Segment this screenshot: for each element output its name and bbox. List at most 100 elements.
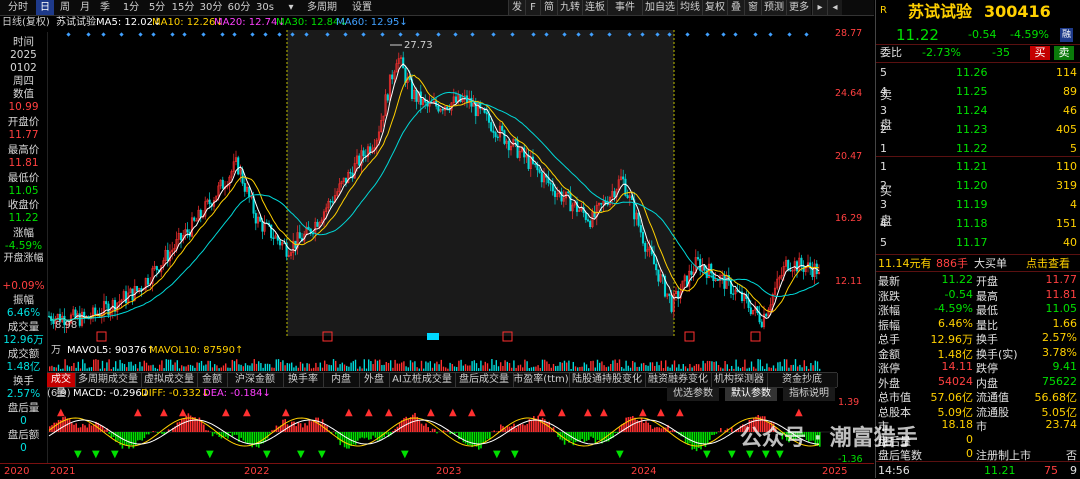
tab-outer[interactable]: 外盘 (359, 373, 390, 387)
marker-box[interactable] (323, 332, 332, 341)
optimal-params-button[interactable]: 优选参数 (667, 387, 719, 401)
volume-chart[interactable] (47, 357, 837, 371)
adjust-button[interactable]: 复权 (702, 0, 727, 15)
volume-bar (700, 368, 701, 371)
buy-button[interactable]: 买 (1030, 46, 1050, 60)
tab-post-volume[interactable]: 盘后成交量 (455, 373, 514, 387)
bid-row[interactable]: 511.1740 (876, 234, 1080, 252)
indicator-help-button[interactable]: 指标说明 (783, 387, 835, 401)
tab-virtual-volume[interactable]: 虚拟成交量 (141, 373, 198, 387)
macd-bar (658, 427, 660, 432)
volume-bar (471, 361, 472, 371)
more-button[interactable]: 更多 (786, 0, 811, 15)
tab-5min[interactable]: 5分 (146, 0, 168, 15)
marker-box[interactable] (751, 332, 760, 341)
volume-bar (223, 365, 224, 371)
window-button[interactable]: 窗 (744, 0, 761, 15)
tab-inner[interactable]: 内盘 (323, 373, 360, 387)
volume-bar (100, 369, 101, 371)
ask-level: 2 (880, 123, 887, 136)
add-watchlist-button[interactable]: 加自选 (642, 0, 677, 15)
tab-daily[interactable]: 日 (36, 0, 54, 15)
tab-15min[interactable]: 15分 (170, 0, 196, 15)
macd-bar (309, 421, 311, 432)
ask-price: 11.25 (956, 85, 988, 98)
volume-bar (658, 365, 659, 371)
tab-margin[interactable]: 融资融券变化 (645, 373, 712, 387)
volume-bar (669, 368, 670, 371)
tab-60min[interactable]: 60分 (226, 0, 252, 15)
bid-row[interactable]: 311.194 (876, 196, 1080, 214)
toolbar-brief-button[interactable]: 简 (540, 0, 557, 15)
view-big-order-link[interactable]: 点击查看 (1026, 257, 1070, 271)
toolbar-nine-button[interactable]: 九转 (557, 0, 582, 15)
macd-bar (575, 432, 577, 442)
ma-button[interactable]: 均线 (677, 0, 702, 15)
overlay-button[interactable]: 叠 (727, 0, 744, 15)
volume-bar (258, 361, 259, 371)
tab-turnover[interactable]: 换手率 (283, 373, 324, 387)
default-params-button[interactable]: 默认参数 (725, 387, 777, 401)
tab-weekly[interactable]: 周 (56, 0, 74, 15)
tab-intraday[interactable]: 分时 (2, 0, 34, 15)
play-icon[interactable]: ▸ (812, 0, 827, 15)
bid-price: 11.21 (956, 160, 988, 173)
tab-1min[interactable]: 1分 (118, 0, 144, 15)
ask-row[interactable]: 411.2589 (876, 83, 1080, 101)
volume-bar (302, 364, 303, 371)
settings-button[interactable]: 设置 (348, 0, 376, 15)
volume-bar (757, 359, 758, 371)
macd-chart[interactable]: ▲▼▼▼▲▲▲▼▲▲▼▲▼▼▲▲▲▼▲▲▲▼▼▲▲▲▲▼▲▲▲▼▼▼▼▼▲ (47, 401, 837, 463)
candlestick-chart[interactable]: 27.73 8.98 (47, 30, 837, 336)
toolbar-event-button[interactable]: 事件 (607, 0, 642, 15)
marker-box[interactable] (685, 332, 694, 341)
tab-monthly[interactable]: 月 (76, 0, 94, 15)
chevron-down-icon[interactable]: ▾ (282, 0, 300, 15)
multi-period-button[interactable]: 多周期 (302, 0, 342, 15)
ask-row[interactable]: 211.23405 (876, 121, 1080, 139)
forecast-button[interactable]: 预测 (761, 0, 786, 15)
volume-bar (447, 369, 448, 371)
tab-institution[interactable]: 机构探测器 (711, 373, 768, 387)
tab-30min[interactable]: 30分 (198, 0, 224, 15)
tab-ai-volume[interactable]: AI立桩成交量 (389, 373, 456, 387)
macd-bar (124, 432, 126, 445)
marker-block[interactable] (427, 333, 439, 340)
tab-volume[interactable]: 成交量 (47, 373, 76, 387)
stat-value: 75622 (1042, 375, 1077, 388)
candle-body (200, 210, 202, 217)
volume-bar (722, 368, 723, 371)
volume-unit: 万 (51, 345, 61, 357)
tab-pe[interactable]: 市盈率(ttm) (513, 373, 570, 387)
toolbar-f10-button[interactable]: F (525, 0, 540, 15)
tab-capital-bottom[interactable]: 资金抄底 (767, 373, 838, 387)
volume-bar (672, 364, 673, 371)
volume-bar (144, 361, 145, 371)
candle-body (79, 314, 81, 326)
toolbar-limit-button[interactable]: 连板 (582, 0, 607, 15)
ask-row[interactable]: 311.2446 (876, 102, 1080, 120)
pin-icon[interactable]: ◂ (827, 0, 842, 15)
volume-bar (234, 361, 235, 371)
stat-value: 0 (966, 433, 973, 446)
volume-bar (548, 364, 549, 371)
tab-30s[interactable]: 30s (254, 0, 276, 15)
ask-row[interactable]: 511.26114 (876, 64, 1080, 82)
marker-box[interactable] (97, 332, 106, 341)
volume-bar (372, 364, 373, 371)
tab-market-amount[interactable]: 沪深金额 (227, 373, 284, 387)
sell-signal-icon: ▼ (511, 449, 519, 460)
bid-row[interactable]: 111.21110 (876, 158, 1080, 176)
bid-row[interactable]: 211.20319 (876, 177, 1080, 195)
tab-quarterly[interactable]: 季 (96, 0, 114, 15)
tab-connect-hold[interactable]: 陆股通持股变化 (569, 373, 646, 387)
tab-amount[interactable]: 金额 (197, 373, 228, 387)
marker-box[interactable] (503, 332, 512, 341)
macd-bar (537, 416, 539, 432)
year-tick: 2022 (244, 464, 269, 479)
tab-multi-volume[interactable]: 多周期成交量 (75, 373, 142, 387)
toolbar-fa-button[interactable]: 发 (508, 0, 525, 15)
sell-button[interactable]: 卖 (1054, 46, 1074, 60)
event-dot (66, 32, 70, 36)
bid-row[interactable]: 411.18151 (876, 215, 1080, 233)
